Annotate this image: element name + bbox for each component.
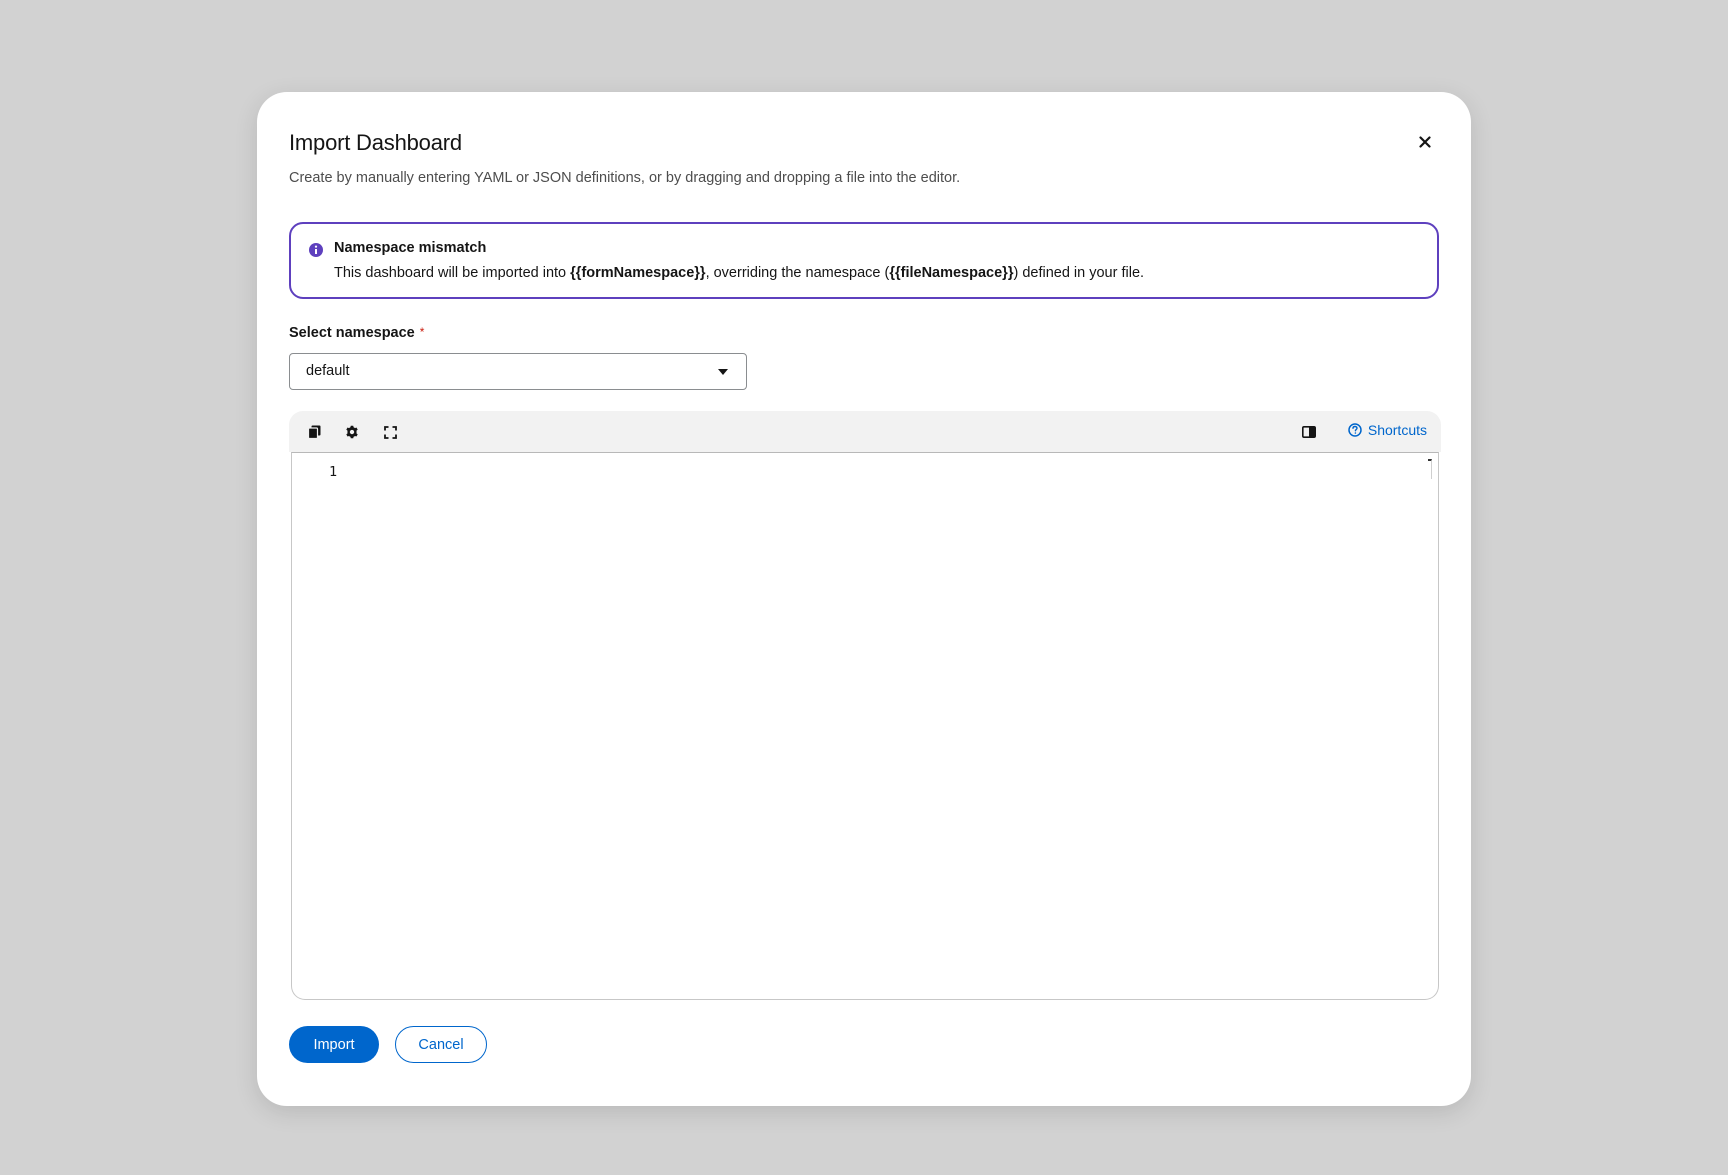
alert-body-middle: , overriding the namespace (	[705, 265, 890, 281]
import-button[interactable]: Import	[289, 1026, 379, 1063]
namespace-field-label: Select namespace *	[289, 325, 424, 341]
namespace-select[interactable]: default	[289, 353, 747, 390]
modal-title: Import Dashboard	[289, 130, 462, 155]
close-button[interactable]	[1413, 130, 1437, 154]
editor-settings-button[interactable]	[343, 423, 361, 441]
import-dashboard-modal: Import Dashboard Create by manually ente…	[257, 92, 1471, 1106]
cancel-button[interactable]: Cancel	[395, 1026, 487, 1063]
required-indicator: *	[419, 325, 425, 339]
line-number: 1	[329, 464, 338, 480]
split-view-icon	[1302, 426, 1316, 438]
question-circle-icon	[1348, 423, 1362, 437]
shortcuts-button[interactable]: Shortcuts	[1348, 422, 1427, 438]
alert-body: This dashboard will be imported into {{f…	[334, 265, 1144, 281]
alert-title: Namespace mismatch	[334, 240, 487, 256]
editor-text-area[interactable]: 1	[291, 452, 1439, 1000]
fullscreen-button[interactable]	[381, 423, 399, 441]
file-namespace-placeholder: {{fileNamespace}}	[889, 265, 1014, 281]
namespace-select-value: default	[306, 363, 350, 379]
expand-icon	[383, 425, 397, 439]
code-editor: Shortcuts 1	[289, 411, 1441, 1001]
shortcuts-label: Shortcuts	[1367, 422, 1427, 438]
editor-toolbar: Shortcuts	[289, 411, 1441, 452]
alert-body-suffix: ) defined in your file.	[1013, 265, 1145, 281]
copy-button[interactable]	[305, 423, 323, 441]
alert-body-prefix: This dashboard will be imported into	[334, 265, 571, 281]
namespace-mismatch-alert: Namespace mismatch This dashboard will b…	[289, 222, 1439, 299]
info-circle-icon	[309, 243, 323, 257]
copy-icon	[307, 425, 320, 439]
toggle-side-panel-button[interactable]	[1300, 423, 1318, 441]
form-namespace-placeholder: {{formNamespace}}	[570, 265, 706, 281]
close-icon	[1419, 136, 1431, 148]
caret-down-icon	[718, 369, 728, 375]
gear-icon	[346, 425, 358, 439]
editor-minimap-scrollbar[interactable]	[1428, 459, 1432, 479]
modal-description: Create by manually entering YAML or JSON…	[289, 170, 961, 186]
namespace-label-text: Select namespace	[289, 325, 415, 341]
